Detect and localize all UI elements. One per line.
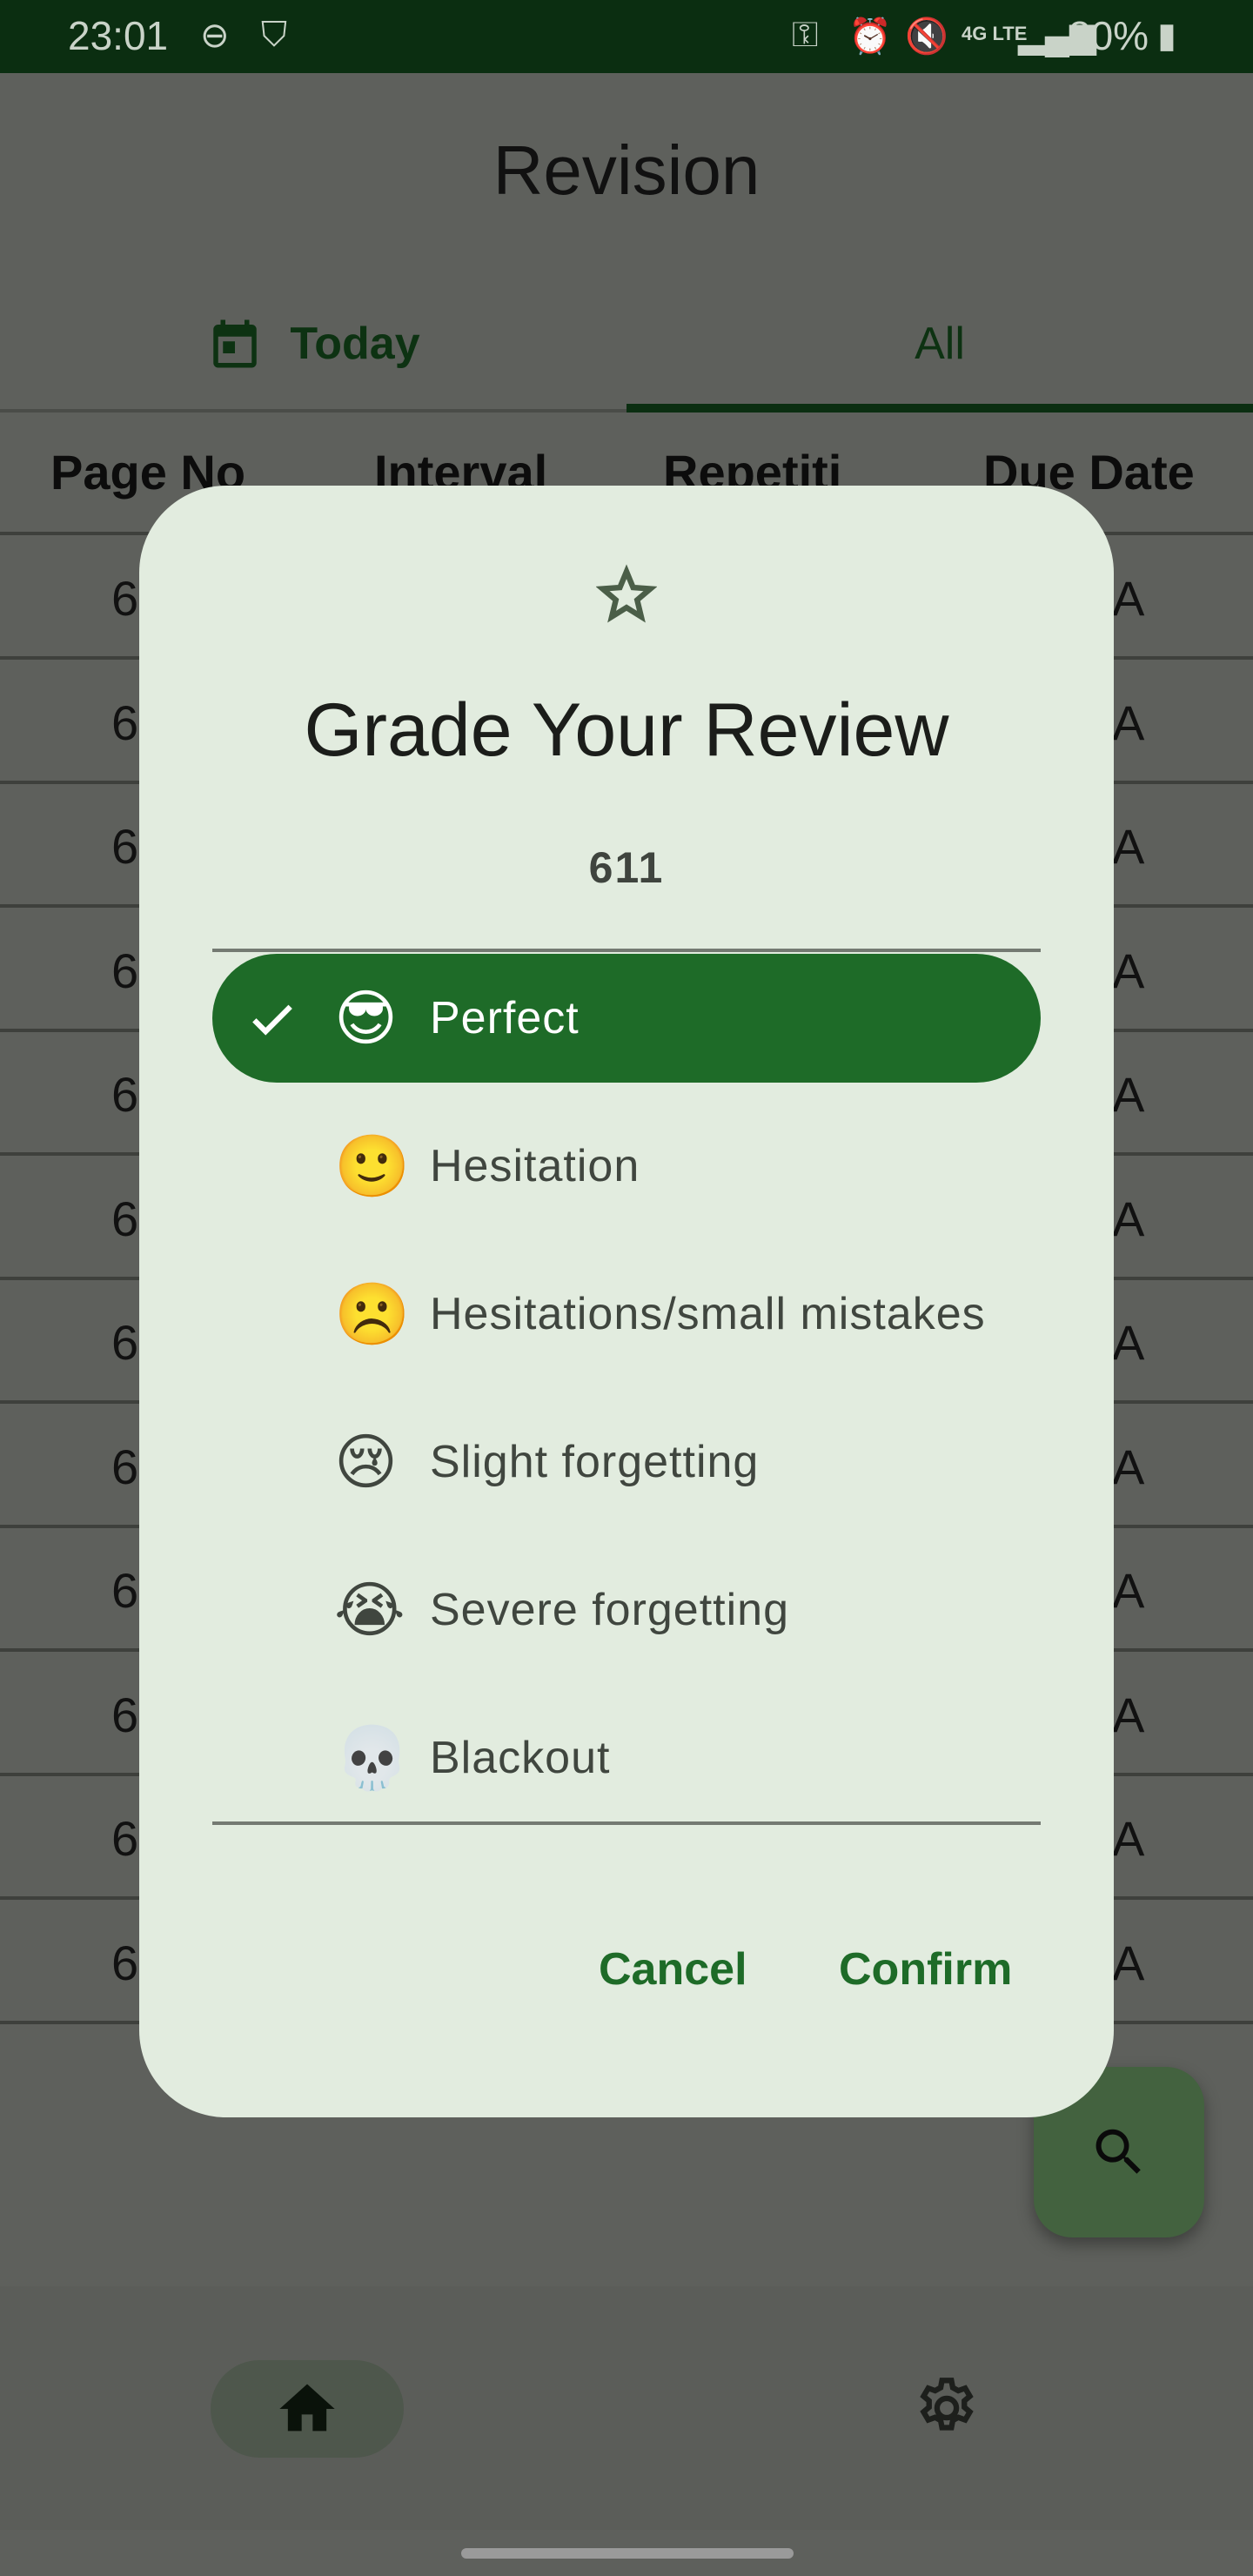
confirm-button[interactable]: Confirm (839, 1943, 1012, 1996)
cell-page-no: 6 (111, 1687, 139, 1742)
emoji-icon: 😢 (334, 1426, 399, 1498)
grade-option-perfect[interactable]: 😎 Perfect (212, 954, 1041, 1083)
cell-page-no: 6 (111, 1811, 139, 1866)
cell-page-no: 6 (111, 943, 139, 998)
emoji-icon: 💀 (334, 1721, 412, 1794)
emoji-icon: 😭 (334, 1574, 406, 1646)
cell-due-date: A (1112, 1811, 1145, 1866)
cell-due-date: A (1112, 1687, 1145, 1742)
option-label: Hesitation (430, 1141, 640, 1191)
tab-all[interactable]: All (626, 305, 1253, 383)
shield-icon: ⛉ (261, 16, 287, 54)
tab-indicator (626, 404, 1253, 413)
tab-divider (0, 409, 626, 413)
cancel-button[interactable]: Cancel (599, 1943, 747, 1996)
cell-page-no: 6 (111, 1067, 139, 1122)
option-label: Severe forgetting (430, 1585, 790, 1635)
gesture-bar[interactable] (461, 2548, 794, 2559)
tab-today-label: Today (290, 319, 420, 369)
option-label: Hesitations/small mistakes (430, 1289, 986, 1339)
home-icon (279, 2384, 335, 2432)
cell-due-date: A (1112, 694, 1145, 750)
option-label: Blackout (430, 1733, 611, 1783)
cell-page-no: 6 (111, 1191, 139, 1246)
cell-page-no: 6 (111, 1563, 139, 1618)
calendar-icon (213, 319, 258, 368)
cell-page-no: 6 (111, 1439, 139, 1494)
status-time: 23:01 (68, 13, 169, 58)
grade-option-hesitations-small-mistakes[interactable]: ☹️ Hesitations/small mistakes (212, 1250, 1041, 1379)
emoji-icon: ☹️ (334, 1278, 412, 1350)
grade-option-slight-forgetting[interactable]: 😢 Slight forgetting (212, 1398, 1041, 1526)
alarm-icon: ⏰ (848, 17, 892, 56)
cell-due-date: A (1112, 943, 1145, 998)
option-label: Perfect (430, 993, 580, 1043)
cell-due-date: A (1112, 1191, 1145, 1246)
nav-settings[interactable] (914, 2373, 980, 2447)
emoji-icon: 😎 (334, 983, 399, 1054)
option-label: Slight forgetting (430, 1437, 760, 1487)
page-title: Revision (492, 131, 761, 209)
gear-icon (920, 2378, 974, 2431)
cell-due-date: A (1112, 1935, 1145, 1990)
search-icon (1096, 2129, 1141, 2174)
tab-today[interactable]: Today (0, 305, 626, 383)
dnd-icon: ⊖ (200, 17, 230, 55)
tab-all-label: All (915, 319, 965, 369)
dialog-title: Grade Your Review (304, 688, 949, 772)
cell-due-date: A (1112, 1315, 1145, 1370)
grade-option-severe-forgetting[interactable]: 😭 Severe forgetting (212, 1546, 1041, 1674)
cell-due-date: A (1112, 819, 1145, 874)
cell-due-date: A (1112, 571, 1145, 626)
check-icon (252, 1004, 292, 1036)
grade-option-blackout[interactable]: 💀 Blackout (212, 1694, 1041, 1822)
mute-icon: 🔇 (905, 17, 948, 56)
emoji-icon: 🙂 (334, 1130, 412, 1202)
grade-dialog: Grade Your Review 611 😎 Perfect 🙂 Hesitatio… (139, 486, 1114, 2117)
battery-text: 80% (1069, 13, 1149, 58)
cell-page-no: 6 (111, 1935, 139, 1990)
grade-option-hesitation[interactable]: 🙂 Hesitation (212, 1102, 1041, 1231)
cell-due-date: A (1112, 1067, 1145, 1122)
status-bar: 23:01 ⊖ ⛉ ⚿ ⏰ 🔇 4G LTE ▂▄▆ 80% ▮ (0, 0, 1253, 73)
dialog-page-number: 611 (588, 843, 665, 892)
options-top-divider (212, 949, 1041, 952)
cell-due-date: A (1112, 1439, 1145, 1494)
cell-due-date: A (1112, 1563, 1145, 1618)
cell-page-no: 6 (111, 819, 139, 874)
cell-page-no: 6 (111, 694, 139, 750)
nav-home[interactable] (211, 2360, 404, 2458)
star-icon (139, 564, 1114, 629)
bottom-navigation (0, 2286, 1253, 2530)
cell-page-no: 6 (111, 1315, 139, 1370)
options-bottom-divider (212, 1821, 1041, 1825)
vpn-key-icon: ⚿ (792, 16, 819, 54)
cell-page-no: 6 (111, 571, 139, 626)
battery-charging-icon: ▮ (1157, 17, 1177, 55)
